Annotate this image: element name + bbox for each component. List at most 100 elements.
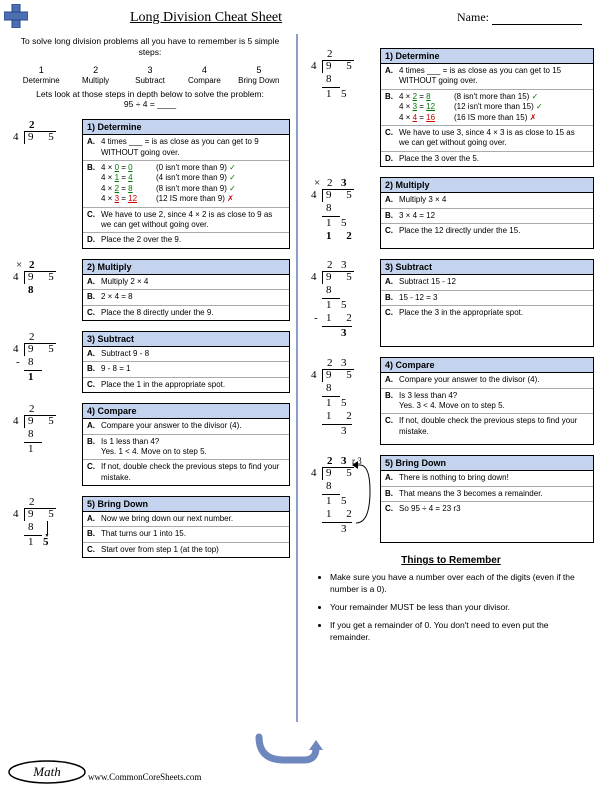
step-box: 3) SubtractA.Subtract 9 - 8B.9 - 8 = 1C.… [82, 331, 290, 393]
step-line: A.Subtract 15 - 12 [381, 275, 593, 290]
step-block: 2 4 9 5 8 1 4) CompareA.Compare your ans… [10, 403, 290, 486]
remember-item: If you get a remainder of 0. You don't n… [330, 620, 588, 644]
steps-row: 1Determine2Multiply3Subtract4Compare5Bri… [14, 65, 286, 85]
step-box: 4) CompareA.Compare your answer to the d… [82, 403, 290, 486]
step-header: 3) Subtract [381, 260, 593, 275]
step-line: C.So 95 ÷ 4 = 23 r3 [381, 502, 593, 516]
step-block: 2 3 4 9 5 8 1 5 1 2 3 4) CompareA.Compar… [308, 357, 594, 445]
step-line: B.That means the 3 becomes a remainder. [381, 487, 593, 502]
step-box: 3) SubtractA.Subtract 15 - 12B.15 - 12 =… [380, 259, 594, 347]
intro-text: To solve long division problems all you … [10, 34, 290, 59]
step-name: Multiply [68, 76, 122, 85]
step-line: A.4 times ___ = is as close as you can g… [381, 64, 593, 90]
step-header: 4) Compare [381, 358, 593, 373]
step-line: D.Place the 2 over the 9. [83, 233, 289, 247]
step-line: A.Compare your answer to the divisor (4)… [381, 373, 593, 388]
step-line: C.We have to use 3, since 4 × 3 is as cl… [381, 126, 593, 152]
remember-item: Your remainder MUST be less than your di… [330, 602, 588, 614]
division-diagram: 2 4 9 5 - 8 1 [10, 331, 76, 393]
step-block: × 2 3 4 9 5 8 1 5 1 2 2) MultiplyA.Multi… [308, 177, 594, 249]
division-diagram: 2 3 4 9 5 8 1 5 1 2 3 [308, 357, 374, 445]
division-diagram: 2 4 9 5 8 1 [10, 403, 76, 486]
things-to-remember: Things to Remember Make sure you have a … [308, 555, 594, 643]
plus-icon [4, 4, 28, 28]
step-number: 4 [177, 65, 231, 75]
step-block: 2 4 9 5 1) DetermineA.4 times ___ = is a… [10, 119, 290, 249]
step-number: 3 [123, 65, 177, 75]
step-line: C.Place the 3 in the appropriate spot. [381, 306, 593, 320]
step-header: 2) Multiply [381, 178, 593, 193]
step-line: A.Multiply 2 × 4 [83, 275, 289, 290]
step-header: 5) Bring Down [381, 456, 593, 471]
step-number: 5 [232, 65, 286, 75]
step-block: × 2 4 9 5 8 2) MultiplyA.Multiply 2 × 4B… [10, 259, 290, 321]
step-line: A.Now we bring down our next number. [83, 512, 289, 527]
step-line: B.Is 3 less than 4? Yes. 3 < 4. Move on … [381, 389, 593, 415]
step-number: 1 [14, 65, 68, 75]
step-name: Compare [177, 76, 231, 85]
left-column: To solve long division problems all you … [10, 34, 290, 558]
step-number: 2 [68, 65, 122, 75]
step-box: 2) MultiplyA.Multiply 2 × 4B.2 × 4 = 8C.… [82, 259, 290, 321]
remember-item: Make sure you have a number over each of… [330, 572, 588, 596]
division-diagram: 2 4 9 5 8 1 5 [308, 48, 374, 167]
step-line: A.4 times ___ = is as close as you can g… [83, 135, 289, 161]
step-line: C.If not, double check the previous step… [83, 460, 289, 485]
step-name: Subtract [123, 76, 177, 85]
step-line: B.4 × 2 = 8(8 isn't more than 15) ✓4 × 3… [381, 90, 593, 126]
step-block: 2 3 4 9 5 8 1 5 - 1 2 3 3) SubtractA.Sub… [308, 259, 594, 347]
name-label: Name: [457, 10, 582, 25]
step-line: B.4 × 0 = 0(0 isn't more than 9) ✓4 × 1 … [83, 161, 289, 208]
step-line: B.3 × 4 = 12 [381, 209, 593, 224]
column-separator [296, 34, 298, 722]
step-line: C.We have to use 2, since 4 × 2 is as cl… [83, 208, 289, 234]
step-header: 1) Determine [83, 120, 289, 135]
division-diagram: 2 4 9 5 8 1 5 [10, 496, 76, 558]
division-diagram: 2 3 4 9 5 8 1 5 - 1 2 3 [308, 259, 374, 347]
step-block: 2 4 9 5 - 8 1 3) SubtractA.Subtract 9 - … [10, 331, 290, 393]
step-box: 5) Bring DownA.There is nothing to bring… [380, 455, 594, 543]
step-box: 1) DetermineA.4 times ___ = is as close … [380, 48, 594, 167]
division-diagram: 2 3 r 3 4 9 5 8 1 5 1 2 3 [308, 455, 374, 543]
step-line: C.If not, double check the previous step… [381, 414, 593, 439]
step-line: A.Subtract 9 - 8 [83, 347, 289, 362]
remember-heading: Things to Remember [314, 555, 588, 566]
step-line: C.Place the 8 directly under the 9. [83, 306, 289, 320]
step-line: B.2 × 4 = 8 [83, 290, 289, 305]
step-header: 2) Multiply [83, 260, 289, 275]
step-line: C.Start over from step 1 (at the top) [83, 543, 289, 557]
step-box: 5) Bring DownA.Now we bring down our nex… [82, 496, 290, 558]
step-line: D.Place the 3 over the 5. [381, 152, 593, 166]
footer: Math www.CommonCoreSheets.com [8, 760, 604, 786]
step-line: B.9 - 8 = 1 [83, 362, 289, 377]
step-block: 2 4 9 5 8 1 5 1) DetermineA.4 times ___ … [308, 48, 594, 167]
step-name: Determine [14, 76, 68, 85]
step-name: Bring Down [232, 76, 286, 85]
step-header: 3) Subtract [83, 332, 289, 347]
division-diagram: × 2 3 4 9 5 8 1 5 1 2 [308, 177, 374, 249]
step-line: B.Is 1 less than 4? Yes. 1 < 4. Move on … [83, 435, 289, 461]
step-line: A.Compare your answer to the divisor (4)… [83, 419, 289, 434]
division-diagram: 2 4 9 5 [10, 119, 76, 249]
step-box: 2) MultiplyA.Multiply 3 × 4B.3 × 4 = 12C… [380, 177, 594, 249]
footer-url: www.CommonCoreSheets.com [88, 772, 201, 782]
step-line: A.Multiply 3 × 4 [381, 193, 593, 208]
step-box: 1) DetermineA.4 times ___ = is as close … [82, 119, 290, 249]
right-column: 2 4 9 5 8 1 5 1) DetermineA.4 times ___ … [308, 38, 594, 650]
step-line: C.Place the 12 directly under the 15. [381, 224, 593, 238]
step-line: C.Place the 1 in the appropriate spot. [83, 378, 289, 392]
step-box: 4) CompareA.Compare your answer to the d… [380, 357, 594, 445]
math-badge: Math [8, 760, 86, 786]
division-diagram: × 2 4 9 5 8 [10, 259, 76, 321]
step-header: 4) Compare [83, 404, 289, 419]
page-title: Long Division Cheat Sheet [130, 10, 282, 26]
step-header: 1) Determine [381, 49, 593, 64]
example-line: Lets look at those steps in depth below … [10, 89, 290, 109]
step-block: 2 4 9 5 8 1 5 5) Bring DownA.Now we brin… [10, 496, 290, 558]
step-header: 5) Bring Down [83, 497, 289, 512]
step-line: B.15 - 12 = 3 [381, 291, 593, 306]
step-line: A.There is nothing to bring down! [381, 471, 593, 486]
step-block: 2 3 r 3 4 9 5 8 1 5 1 2 3 5) Bring DownA… [308, 455, 594, 543]
math-label: Math [32, 764, 60, 779]
step-line: B.That turns our 1 into 15. [83, 527, 289, 542]
